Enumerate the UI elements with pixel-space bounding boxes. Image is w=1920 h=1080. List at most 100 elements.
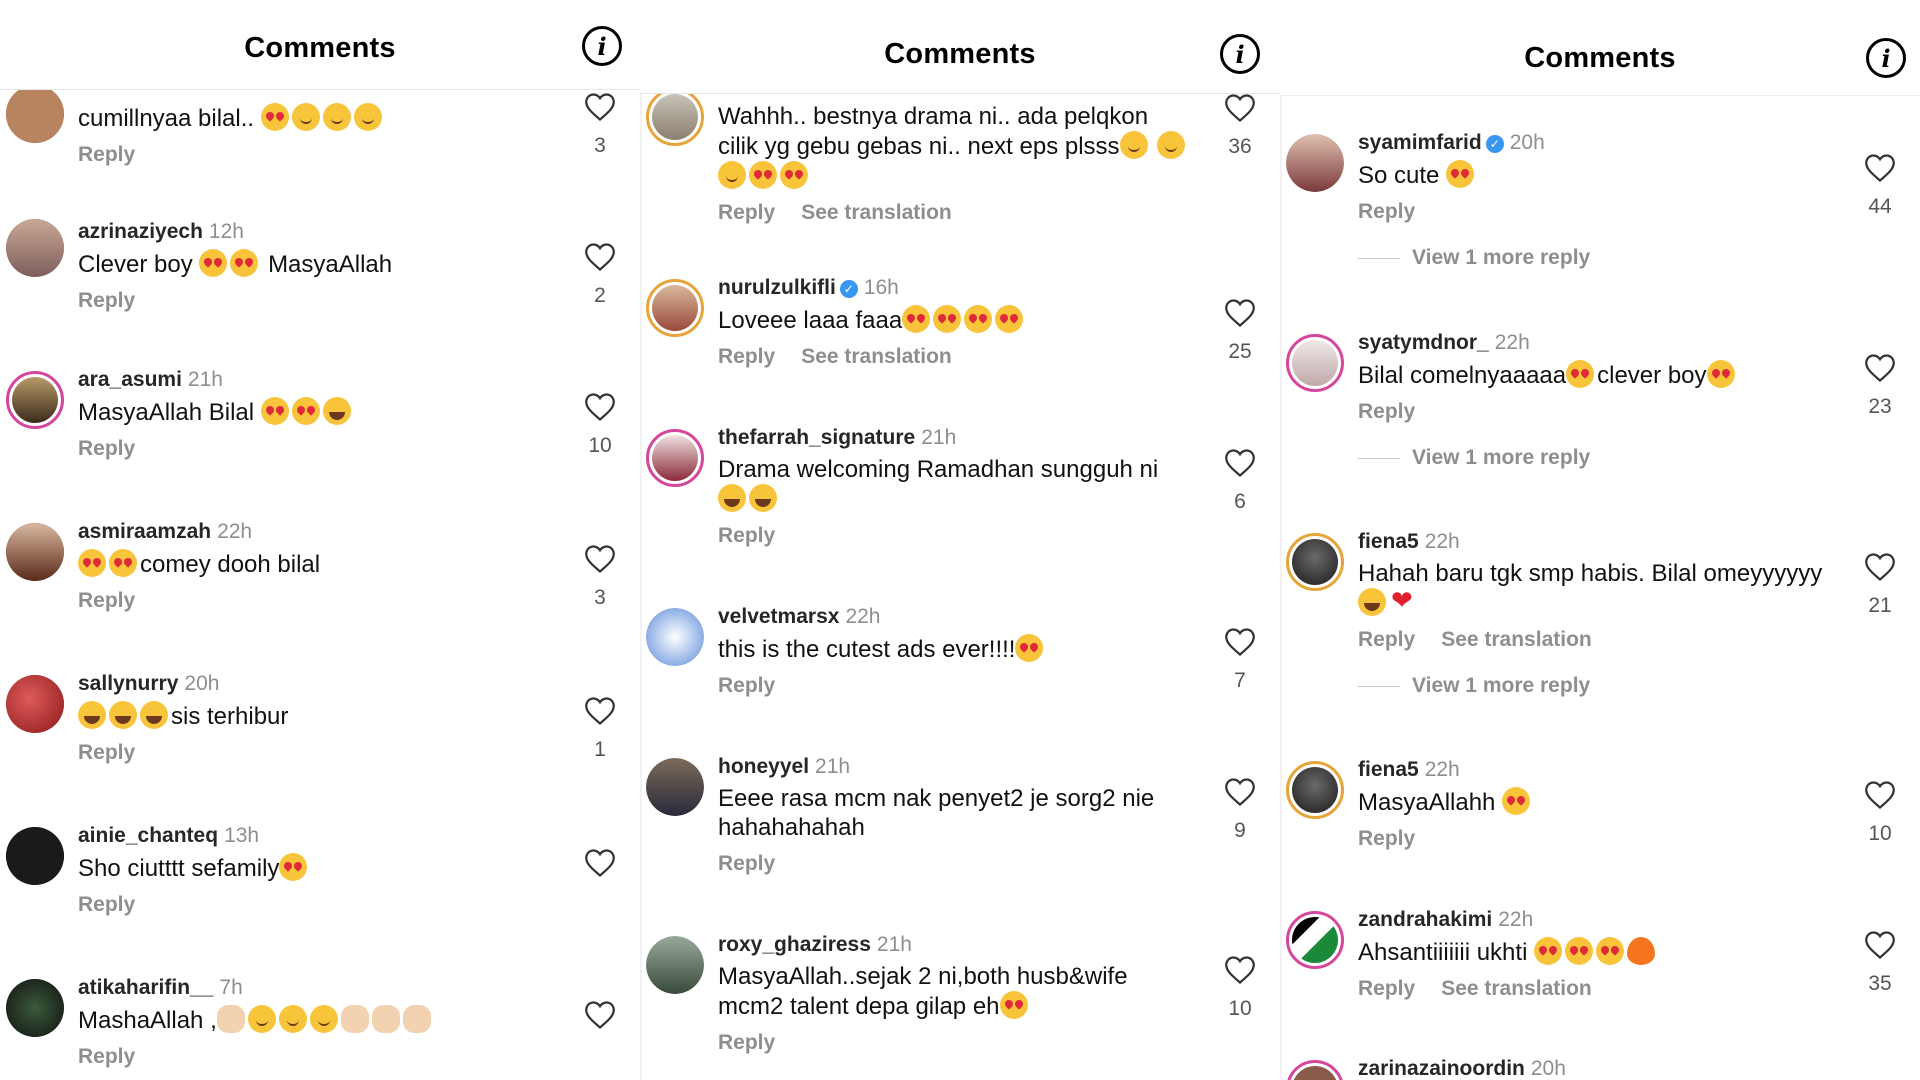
reply-button[interactable]: Reply xyxy=(1358,200,1415,223)
avatar[interactable] xyxy=(1286,134,1344,192)
avatar[interactable] xyxy=(1286,334,1344,392)
username[interactable]: thefarrah_signature xyxy=(718,426,915,449)
username[interactable]: syatymdnor_ xyxy=(1358,331,1489,354)
avatar[interactable] xyxy=(6,675,64,733)
avatar[interactable] xyxy=(646,88,704,146)
avatar[interactable] xyxy=(6,219,64,277)
avatar[interactable] xyxy=(6,827,64,885)
like-button[interactable]: 7 xyxy=(1216,628,1264,693)
comment-text: MashaAllah , xyxy=(78,1005,550,1035)
avatar[interactable] xyxy=(1286,1060,1344,1080)
comments-header: Comments i xyxy=(1280,0,1920,96)
view-more-replies-button[interactable]: View 1 more reply xyxy=(1358,246,1830,270)
heart-eyes-emoji xyxy=(1502,787,1531,815)
heart-icon xyxy=(585,1001,615,1029)
blush-emoji xyxy=(322,103,351,131)
like-button[interactable]: 10 xyxy=(576,393,624,458)
username[interactable]: zandrahakimi xyxy=(1358,908,1492,931)
username[interactable]: syamimfarid xyxy=(1358,131,1482,154)
like-button[interactable] xyxy=(576,849,624,882)
like-button[interactable]: 9 xyxy=(1216,778,1264,843)
avatar[interactable] xyxy=(6,523,64,581)
comment-text: Hahah baru tgk smp habis. Bilal omeyyyyy… xyxy=(1358,559,1830,618)
username[interactable]: ainie_chanteq xyxy=(78,824,218,847)
avatar[interactable] xyxy=(646,279,704,337)
view-more-replies-button[interactable]: View 1 more reply xyxy=(1358,674,1830,698)
reply-button[interactable]: Reply xyxy=(78,437,135,460)
reply-button[interactable]: Reply xyxy=(1358,400,1415,423)
heart-icon xyxy=(1225,299,1255,327)
username[interactable]: asmiraamzah xyxy=(78,520,211,543)
see-translation-button[interactable]: See translation xyxy=(1441,977,1592,1000)
reply-button[interactable]: Reply xyxy=(78,143,135,166)
reply-button[interactable]: Reply xyxy=(718,852,775,875)
heart-eyes-emoji xyxy=(260,103,289,131)
username[interactable]: fiena5 xyxy=(1358,530,1419,553)
laughing-emoji xyxy=(78,701,106,729)
heart-icon xyxy=(1225,956,1255,984)
like-button[interactable]: 35 xyxy=(1856,931,1904,996)
username[interactable]: azrinaziyech xyxy=(78,220,203,243)
avatar[interactable] xyxy=(6,85,64,143)
reply-button[interactable]: Reply xyxy=(78,1045,135,1068)
see-translation-button[interactable]: See translation xyxy=(1441,628,1592,651)
reply-button[interactable]: Reply xyxy=(718,524,775,547)
info-icon[interactable]: i xyxy=(582,26,622,66)
reply-button[interactable]: Reply xyxy=(718,1031,775,1054)
like-button[interactable]: 21 xyxy=(1856,553,1904,618)
reply-button[interactable]: Reply xyxy=(78,893,135,916)
avatar[interactable] xyxy=(646,429,704,487)
header-title: Comments xyxy=(1524,42,1676,74)
like-button[interactable] xyxy=(576,1001,624,1034)
avatar[interactable] xyxy=(1286,911,1344,969)
comments-panel-2: Comments i Wahhh.. bestnya drama ni.. ad… xyxy=(640,0,1280,1080)
reply-button[interactable]: Reply xyxy=(1358,628,1415,651)
like-button[interactable]: 3 xyxy=(576,545,624,610)
like-button[interactable]: 3 xyxy=(576,93,624,158)
like-button[interactable]: 2 xyxy=(576,243,624,308)
reply-button[interactable]: Reply xyxy=(1358,977,1415,1000)
like-button[interactable]: 23 xyxy=(1856,354,1904,419)
like-button[interactable]: 36 xyxy=(1216,94,1264,159)
reply-button[interactable]: Reply xyxy=(718,345,775,368)
reply-button[interactable]: Reply xyxy=(78,741,135,764)
comment-item: zarinazainoordin 20h xyxy=(1280,1056,1920,1080)
username[interactable]: ara_asumi xyxy=(78,368,182,391)
reply-button[interactable]: Reply xyxy=(78,589,135,612)
avatar[interactable] xyxy=(6,979,64,1037)
see-translation-button[interactable]: See translation xyxy=(801,201,952,224)
like-count: 23 xyxy=(1868,395,1892,418)
comment-item: fiena5 22h MasyaAllahh Reply 10 xyxy=(1280,757,1920,907)
like-button[interactable]: 1 xyxy=(576,697,624,762)
reply-button[interactable]: Reply xyxy=(718,201,775,224)
reply-button[interactable]: Reply xyxy=(78,289,135,312)
username[interactable]: velvetmarsx xyxy=(718,605,839,628)
like-button[interactable]: 44 xyxy=(1856,154,1904,219)
username[interactable]: roxy_ghaziress xyxy=(718,933,871,956)
avatar[interactable] xyxy=(646,758,704,816)
avatar[interactable] xyxy=(1286,761,1344,819)
heart-eyes-emoji xyxy=(902,305,931,333)
heart-icon xyxy=(585,243,615,271)
info-icon[interactable]: i xyxy=(1866,38,1906,78)
avatar[interactable] xyxy=(646,608,704,666)
like-button[interactable]: 10 xyxy=(1216,956,1264,1021)
view-more-replies-button[interactable]: View 1 more reply xyxy=(1358,446,1830,470)
username[interactable]: sallynurry xyxy=(78,672,178,695)
reply-button[interactable]: Reply xyxy=(1358,827,1415,850)
reply-button[interactable]: Reply xyxy=(718,674,775,697)
avatar[interactable] xyxy=(646,936,704,994)
like-button[interactable]: 6 xyxy=(1216,449,1264,514)
clap-emoji xyxy=(340,1005,369,1033)
username[interactable]: fiena5 xyxy=(1358,758,1419,781)
username[interactable]: nurulzulkifli xyxy=(718,276,836,299)
username[interactable]: honeyyel xyxy=(718,755,809,778)
info-icon[interactable]: i xyxy=(1220,34,1260,74)
like-button[interactable]: 10 xyxy=(1856,781,1904,846)
avatar[interactable] xyxy=(1286,533,1344,591)
see-translation-button[interactable]: See translation xyxy=(801,345,952,368)
username[interactable]: zarinazainoordin xyxy=(1358,1057,1525,1080)
like-button[interactable]: 25 xyxy=(1216,299,1264,364)
username[interactable]: atikaharifin__ xyxy=(78,976,213,999)
avatar[interactable] xyxy=(6,371,64,429)
